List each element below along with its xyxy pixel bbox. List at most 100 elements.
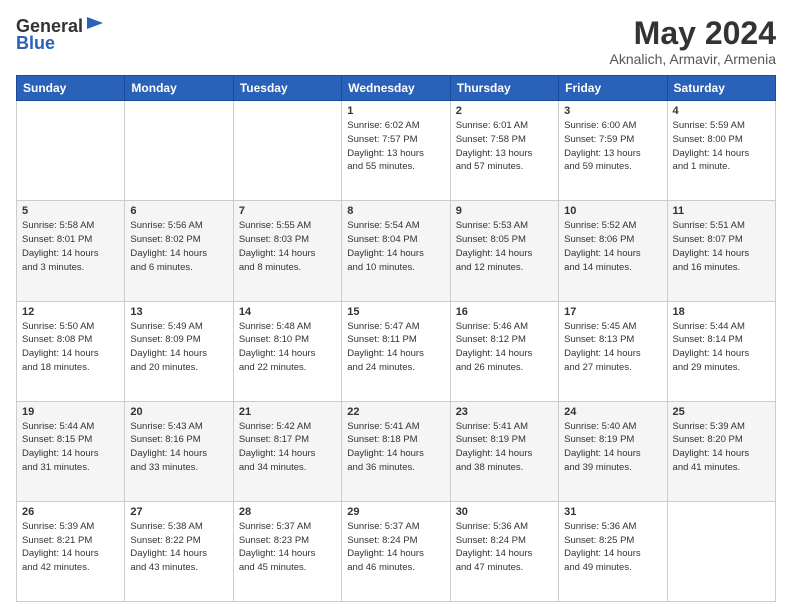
calendar-cell: 11Sunrise: 5:51 AMSunset: 8:07 PMDayligh… xyxy=(667,201,775,301)
calendar-cell: 22 Sunrise: 5:41 AMSunset: 8:18 PMDayligh… xyxy=(342,401,450,501)
day-number: 6 xyxy=(130,205,227,217)
day-info-line: Daylight: 14 hours xyxy=(347,548,424,559)
day-info-line: and 33 minutes. xyxy=(130,462,198,473)
day-info: Sunrise: 5:41 AMSunset: 8:18 PMDaylight:… xyxy=(347,420,444,475)
day-info: Sunrise: 5:50 AMSunset: 8:08 PMDaylight:… xyxy=(22,320,119,375)
day-info-line: Daylight: 14 hours xyxy=(239,548,316,559)
day-info-line: Sunrise: 5:43 AM xyxy=(130,421,202,432)
day-info-line: Sunset: 8:03 PM xyxy=(239,234,309,245)
day-info-line: Sunset: 7:59 PM xyxy=(564,134,634,145)
day-info-line: and 8 minutes. xyxy=(239,262,301,273)
day-info-line: Daylight: 14 hours xyxy=(347,348,424,359)
calendar-week-row: 12 Sunrise: 5:50 AMSunset: 8:08 PMDayligh… xyxy=(17,301,776,401)
day-number: 5 xyxy=(22,205,119,217)
day-number: 26 xyxy=(22,506,119,518)
day-number: 29 xyxy=(347,506,444,518)
day-info-line: Sunset: 8:22 PM xyxy=(130,535,200,546)
day-info-line: Daylight: 13 hours xyxy=(456,148,533,159)
day-number: 8 xyxy=(347,205,444,217)
day-info-line: and 22 minutes. xyxy=(239,362,307,373)
calendar-header-wednesday: Wednesday xyxy=(342,76,450,101)
day-number: 31 xyxy=(564,506,661,518)
page: General Blue May 2024 Aknalich, Armavir,… xyxy=(0,0,792,612)
day-info-line: Daylight: 14 hours xyxy=(239,448,316,459)
day-info-line: Sunset: 8:08 PM xyxy=(22,334,92,345)
day-number: 7 xyxy=(239,205,336,217)
day-info: Sunrise: 5:40 AMSunset: 8:19 PMDaylight:… xyxy=(564,420,661,475)
day-info-line: Sunrise: 5:38 AM xyxy=(130,521,202,532)
day-number: 28 xyxy=(239,506,336,518)
day-info: Sunrise: 6:02 AMSunset: 7:57 PMDaylight:… xyxy=(347,119,444,174)
day-info-line: Daylight: 14 hours xyxy=(239,348,316,359)
day-info-line: Daylight: 14 hours xyxy=(130,248,207,259)
day-info-line: Sunrise: 6:02 AM xyxy=(347,120,419,131)
day-info: Sunrise: 5:38 AM Sunset: 8:22 PM Daylight:… xyxy=(130,520,227,575)
day-info-line: Sunrise: 5:49 AM xyxy=(130,321,202,332)
day-info-line: Sunrise: 5:59 AM xyxy=(673,120,745,131)
day-info-line: Sunrise: 5:54 AM xyxy=(347,220,419,231)
day-info-line: Sunrise: 5:51 AM xyxy=(673,220,745,231)
calendar-cell xyxy=(17,101,125,201)
day-info-line: and 41 minutes. xyxy=(673,462,741,473)
day-info: Sunrise: 5:46 AMSunset: 8:12 PMDaylight:… xyxy=(456,320,553,375)
day-info-line: Sunset: 8:07 PM xyxy=(673,234,743,245)
calendar-cell: 19Sunrise: 5:44 AMSunset: 8:15 PMDayligh… xyxy=(17,401,125,501)
day-info-line: and 26 minutes. xyxy=(456,362,524,373)
day-info-line: and 10 minutes. xyxy=(347,262,415,273)
day-info-line: Sunset: 8:05 PM xyxy=(456,234,526,245)
day-info-line: and 46 minutes. xyxy=(347,562,415,573)
calendar-cell: 2Sunrise: 6:01 AMSunset: 7:58 PMDaylight… xyxy=(450,101,558,201)
calendar-cell: 12 Sunrise: 5:50 AMSunset: 8:08 PMDayligh… xyxy=(17,301,125,401)
calendar-cell: 15Sunrise: 5:47 AMSunset: 8:11 PMDayligh… xyxy=(342,301,450,401)
day-info-line: Daylight: 14 hours xyxy=(564,548,641,559)
day-info: Sunrise: 5:42 AMSunset: 8:17 PMDaylight:… xyxy=(239,420,336,475)
day-info-line: Daylight: 14 hours xyxy=(130,548,207,559)
day-number: 2 xyxy=(456,105,553,117)
day-info: Sunrise: 5:37 AMSunset: 8:24 PMDaylight:… xyxy=(347,520,444,575)
day-number: 9 xyxy=(456,205,553,217)
day-info-line: Sunrise: 5:37 AM xyxy=(239,521,311,532)
day-info-line: Daylight: 14 hours xyxy=(673,148,750,159)
day-info-line: Daylight: 14 hours xyxy=(22,348,99,359)
calendar-week-row: 19Sunrise: 5:44 AMSunset: 8:15 PMDayligh… xyxy=(17,401,776,501)
day-info: Sunrise: 5:51 AMSunset: 8:07 PMDaylight:… xyxy=(673,219,770,274)
day-info-line: and 42 minutes. xyxy=(22,562,90,573)
day-number: 10 xyxy=(564,205,661,217)
day-info-line: Sunrise: 5:41 AM xyxy=(456,421,528,432)
day-info-line: and 59 minutes. xyxy=(564,161,632,172)
calendar-cell: 24Sunrise: 5:40 AMSunset: 8:19 PMDayligh… xyxy=(559,401,667,501)
day-info-line: Daylight: 14 hours xyxy=(456,448,533,459)
day-info-line: Sunset: 8:13 PM xyxy=(564,334,634,345)
day-info-line: Sunrise: 5:42 AM xyxy=(239,421,311,432)
day-info-line: Sunrise: 5:46 AM xyxy=(456,321,528,332)
day-info-line: Sunrise: 6:01 AM xyxy=(456,120,528,131)
day-info-line: Sunrise: 5:45 AM xyxy=(564,321,636,332)
day-info: Sunrise: 5:54 AMSunset: 8:04 PMDaylight:… xyxy=(347,219,444,274)
day-info-line: and 18 minutes. xyxy=(22,362,90,373)
calendar-header-row: SundayMondayTuesdayWednesdayThursdayFrid… xyxy=(17,76,776,101)
calendar-cell: 29 Sunrise: 5:37 AMSunset: 8:24 PMDayligh… xyxy=(342,501,450,601)
day-number: 21 xyxy=(239,406,336,418)
day-info-line: and 27 minutes. xyxy=(564,362,632,373)
day-info-line: Sunrise: 5:44 AM xyxy=(673,321,745,332)
day-info: Sunrise: 5:55 AMSunset: 8:03 PMDaylight:… xyxy=(239,219,336,274)
calendar-table: SundayMondayTuesdayWednesdayThursdayFrid… xyxy=(16,75,776,602)
day-info-line: Sunset: 8:09 PM xyxy=(130,334,200,345)
calendar-cell: 9 Sunrise: 5:53 AMSunset: 8:05 PMDaylight… xyxy=(450,201,558,301)
day-number: 12 xyxy=(22,306,119,318)
day-number: 22 xyxy=(347,406,444,418)
day-info-line: Sunset: 8:04 PM xyxy=(347,234,417,245)
day-info-line: and 45 minutes. xyxy=(239,562,307,573)
day-info-line: Sunrise: 5:56 AM xyxy=(130,220,202,231)
day-info: Sunrise: 5:59 AMSunset: 8:00 PMDaylight:… xyxy=(673,119,770,174)
day-number: 16 xyxy=(456,306,553,318)
day-info: Sunrise: 5:53 AMSunset: 8:05 PMDaylight:… xyxy=(456,219,553,274)
day-number: 3 xyxy=(564,105,661,117)
calendar-cell: 14Sunrise: 5:48 AMSunset: 8:10 PMDayligh… xyxy=(233,301,341,401)
day-info-line: and 14 minutes. xyxy=(564,262,632,273)
day-info-line: Sunset: 8:10 PM xyxy=(239,334,309,345)
day-info-line: and 20 minutes. xyxy=(130,362,198,373)
day-number: 30 xyxy=(456,506,553,518)
logo: General Blue xyxy=(16,16,105,54)
day-info-line: Sunrise: 5:55 AM xyxy=(239,220,311,231)
